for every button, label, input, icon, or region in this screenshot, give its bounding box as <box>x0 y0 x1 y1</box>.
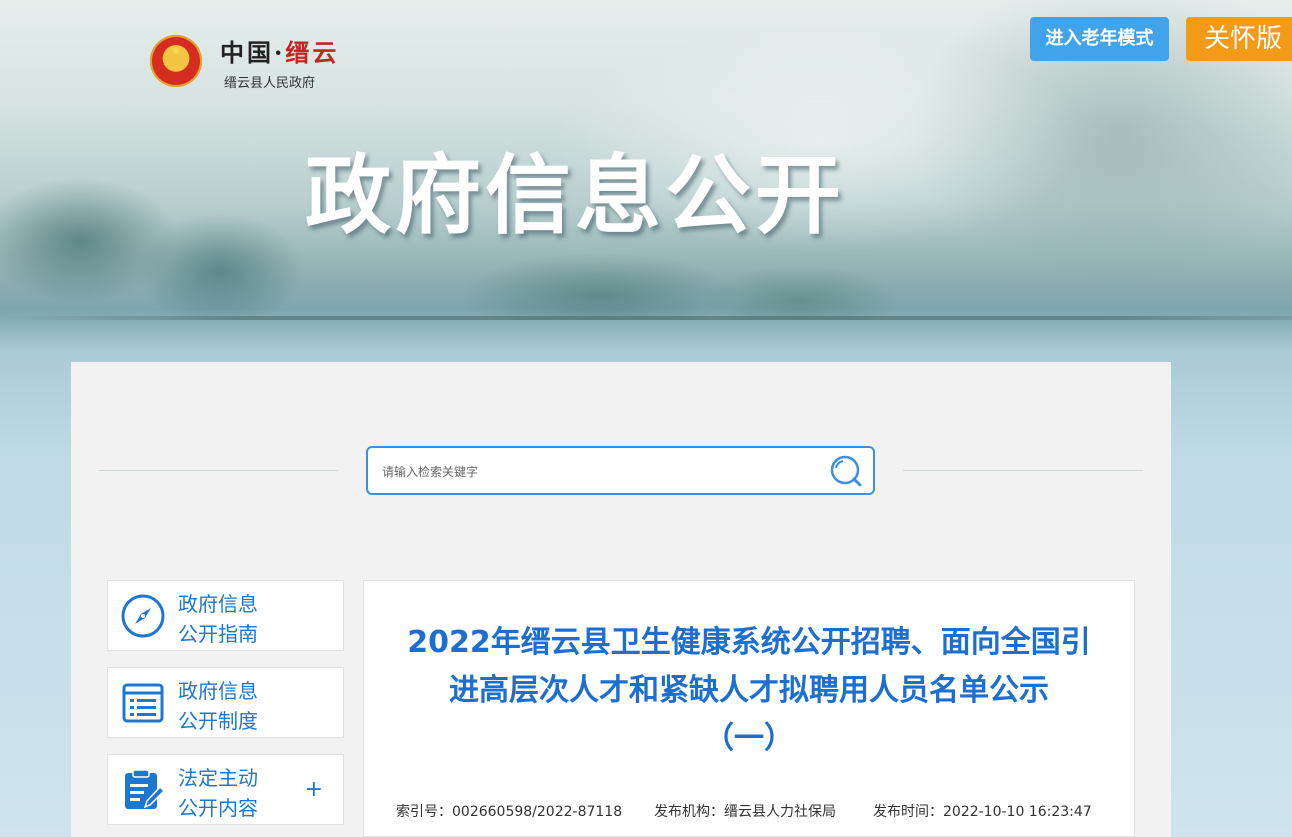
compass-icon <box>121 594 165 638</box>
page-title: 政府信息公开 <box>305 146 845 246</box>
list-document-icon <box>122 683 164 723</box>
article-title: 2022年缙云县卫生健康系统公开招聘、面向全国引 进高层次人才和紧缺人才拟聘用人… <box>407 625 1091 756</box>
sidebar-item-statutory-content[interactable]: 法定主动 公开内容 + <box>107 754 344 825</box>
sidebar-item-guide[interactable]: 政府信息 公开指南 <box>107 580 344 651</box>
landscape-bridge <box>0 316 1292 320</box>
search-input[interactable] <box>380 448 814 495</box>
clipboard-edit-icon <box>125 769 166 809</box>
divider-left <box>98 470 338 471</box>
sidebar-item-label: 政府信息 公开制度 <box>178 679 258 733</box>
article-publish-time: 发布时间：2022-10-10 16:23:47 <box>873 804 1092 820</box>
sidebar-item-system[interactable]: 政府信息 公开制度 <box>107 667 344 738</box>
main-panel: 政府信息 公开指南 政府信息 公开制度 法定主动 公开内容 <box>71 362 1171 837</box>
site-logo-subtitle: 缙云县人民政府 <box>224 76 316 91</box>
article-index: 索引号：002660598/2022-87118 <box>396 804 623 820</box>
search-box <box>366 446 875 495</box>
expand-plus-icon[interactable]: + <box>305 777 323 802</box>
article-card: 2022年缙云县卫生健康系统公开招聘、面向全国引 进高层次人才和紧缺人才拟聘用人… <box>363 580 1135 837</box>
search-icon[interactable] <box>829 454 863 488</box>
article-publisher: 发布机构：缙云县人力社保局 <box>654 804 836 820</box>
divider-right <box>903 470 1143 471</box>
sidebar-item-label: 法定主动 公开内容 <box>178 766 258 820</box>
care-version-button[interactable]: 关怀版 <box>1186 17 1292 61</box>
national-emblem-icon: ★ <box>150 35 202 87</box>
site-logo-title[interactable]: 中国·缙云 <box>220 33 339 68</box>
sidebar-item-label: 政府信息 公开指南 <box>178 592 258 646</box>
elder-mode-button[interactable]: 进入老年模式 <box>1030 17 1169 61</box>
